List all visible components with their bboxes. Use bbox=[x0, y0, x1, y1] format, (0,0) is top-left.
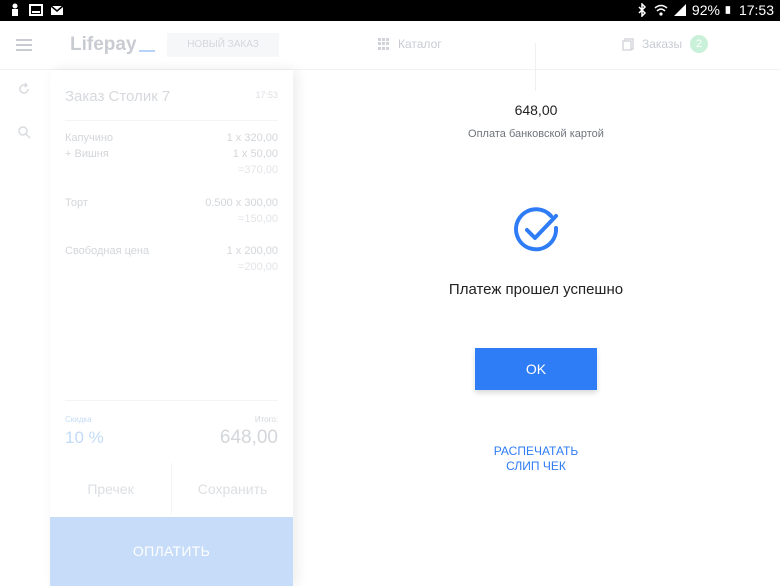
grid-icon bbox=[378, 38, 390, 50]
save-button[interactable]: Сохранить bbox=[171, 463, 293, 515]
orders-count-badge: 2 bbox=[690, 35, 709, 53]
search-icon[interactable] bbox=[17, 125, 31, 139]
orders-tab[interactable]: Заказы 2 bbox=[622, 35, 709, 53]
clock: 17:53 bbox=[738, 2, 774, 18]
menu-icon[interactable] bbox=[16, 39, 32, 51]
divider bbox=[65, 400, 278, 401]
notification-person-icon bbox=[12, 3, 18, 16]
item-sum: =370,00 bbox=[237, 164, 278, 176]
status-icons-left bbox=[8, 3, 64, 17]
order-title: Заказ Столик 7 bbox=[65, 88, 171, 105]
orders-label: Заказы bbox=[642, 37, 683, 51]
app-bar: Lifepay НОВЫЙ ЗАКАЗ Каталог Заказы 2 bbox=[0, 21, 780, 91]
catalog-label: Каталог bbox=[398, 37, 442, 51]
battery-percent: 92% bbox=[691, 2, 720, 18]
orders-icon bbox=[622, 37, 634, 51]
item-name: + Вишня bbox=[65, 148, 109, 160]
payment-method: Оплата банковской картой bbox=[468, 128, 604, 140]
pay-button[interactable]: ОПЛАТИТЬ bbox=[50, 517, 293, 586]
left-rail bbox=[0, 70, 50, 586]
tab-divider bbox=[535, 43, 536, 91]
total-value: 648,00 bbox=[219, 427, 278, 448]
signal-icon bbox=[673, 4, 686, 16]
order-panel: Заказ Столик 7 17:53 Капучино 1 х 320,00… bbox=[50, 70, 293, 586]
bluetooth-icon bbox=[638, 3, 646, 17]
item-name: Свободная цена bbox=[65, 245, 150, 257]
new-order-button[interactable]: НОВЫЙ ЗАКАЗ bbox=[167, 33, 279, 57]
app-logo: Lifepay bbox=[70, 34, 155, 56]
item-qty: 1 х 200,00 bbox=[226, 245, 278, 257]
notification-screen-icon bbox=[29, 4, 43, 16]
discount-label: Скидка bbox=[65, 415, 92, 424]
refresh-icon[interactable] bbox=[17, 82, 31, 96]
payment-amount: 648,00 bbox=[514, 102, 558, 118]
item-name: Торт bbox=[65, 197, 88, 209]
item-qty: 1 х 50,00 bbox=[232, 148, 278, 160]
item-qty: 0.500 х 300,00 bbox=[205, 197, 278, 209]
print-slip-line2: СЛИП ЧЕК bbox=[506, 459, 566, 473]
status-icons-right: 92% 17:53 bbox=[635, 2, 774, 18]
order-time: 17:53 bbox=[255, 90, 278, 100]
status-bar: 92% 17:53 bbox=[0, 0, 780, 21]
print-slip-button[interactable]: РАСПЕЧАТАТЬ СЛИП ЧЕК bbox=[460, 444, 612, 474]
wifi-icon bbox=[654, 4, 668, 16]
success-check-icon bbox=[510, 204, 562, 256]
battery-icon bbox=[725, 6, 731, 14]
success-message: Платеж прошел успешно bbox=[448, 281, 624, 298]
item-sum: =200,00 bbox=[237, 261, 278, 273]
item-sum: =150,00 bbox=[237, 213, 278, 225]
print-slip-line1: РАСПЕЧАТАТЬ bbox=[493, 444, 579, 458]
catalog-tab[interactable]: Каталог bbox=[378, 37, 442, 51]
divider bbox=[65, 120, 278, 121]
total-label: Итого: bbox=[254, 415, 278, 424]
item-name: Капучино bbox=[65, 132, 114, 144]
item-qty: 1 х 320,00 bbox=[226, 132, 278, 144]
mail-icon bbox=[50, 5, 64, 15]
discount-value[interactable]: 10 % bbox=[65, 428, 104, 448]
ok-button[interactable]: OK bbox=[475, 348, 597, 390]
precheck-button[interactable]: Пречек bbox=[50, 463, 171, 515]
